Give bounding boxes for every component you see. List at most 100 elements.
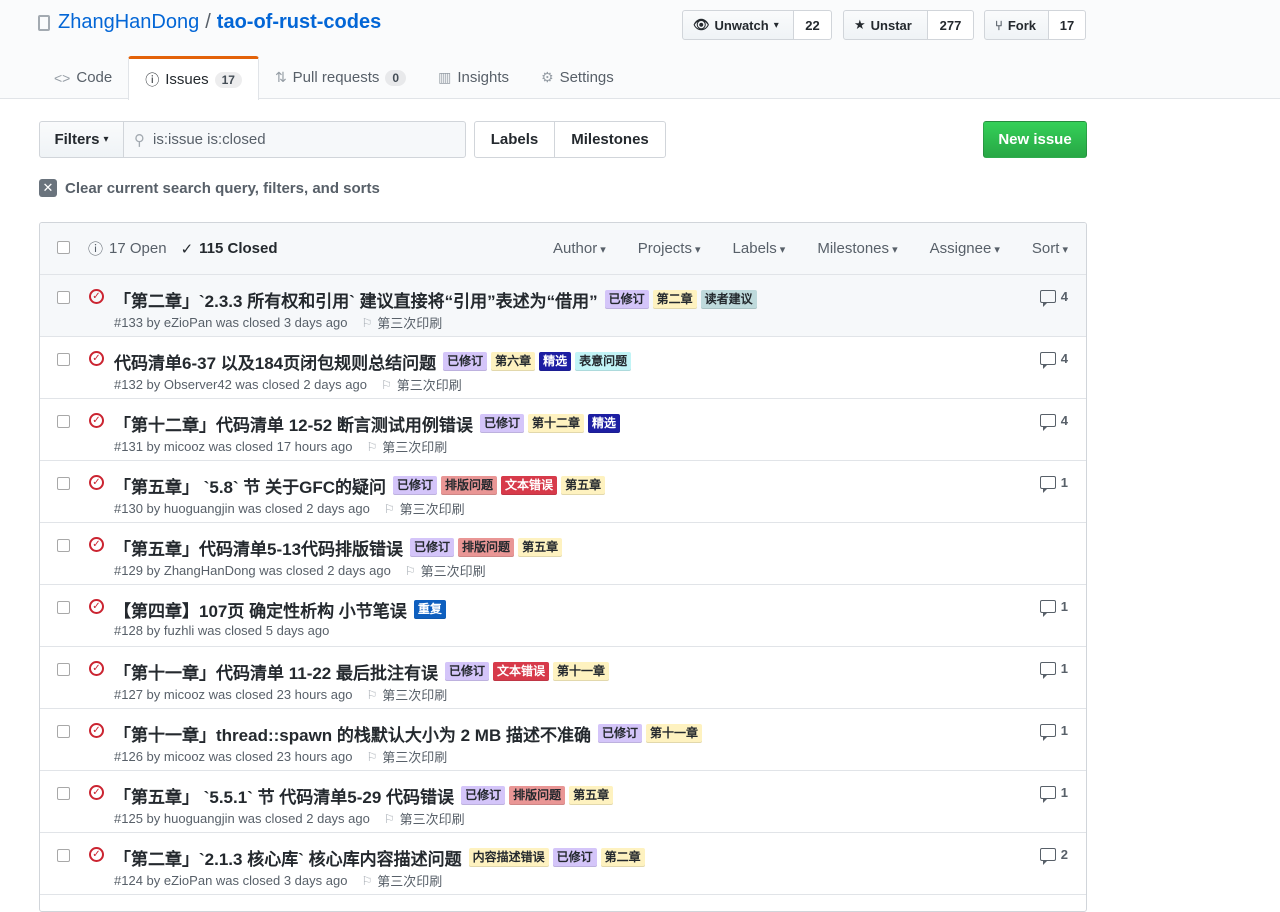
tab-insights[interactable]: ▥ Insights <box>422 56 525 99</box>
issue-row[interactable]: ✓ 代码清单6-37 以及184页闭包规则总结问题 已修订 第六章 精选 表意问题 #132… <box>40 337 1086 399</box>
milestone-link[interactable]: ⚐ 第三次印刷 <box>366 685 447 704</box>
comments-link[interactable]: 4 <box>1039 351 1068 369</box>
milestone-link[interactable]: ⚐ 第三次印刷 <box>384 499 465 518</box>
issue-title-link[interactable]: 「第十二章」代码清单 12-52 断言测试用例错误 <box>114 411 473 436</box>
issue-checkbox[interactable] <box>57 539 70 552</box>
stargazers-count[interactable]: 277 <box>928 10 974 40</box>
author-menu[interactable]: Author <box>553 240 606 257</box>
issue-label[interactable]: 第二章 <box>600 848 645 867</box>
issue-label[interactable]: 重复 <box>413 600 446 619</box>
issue-label[interactable]: 读者建议 <box>700 290 757 309</box>
issue-label[interactable]: 文本错误 <box>493 662 550 681</box>
issue-label[interactable]: 已修订 <box>552 848 597 867</box>
issue-label[interactable]: 第十二章 <box>527 414 584 433</box>
issue-row[interactable]: ✓ 「第十二章」代码清单 12-52 断言测试用例错误 已修订 第十二章 精选 #131 … <box>40 399 1086 461</box>
issue-title-link[interactable]: 「第五章」 `5.5.1` 节 代码清单5-29 代码错误 <box>114 783 454 808</box>
issue-label[interactable]: 第五章 <box>561 476 606 495</box>
comments-link[interactable]: 1 <box>1039 785 1068 803</box>
comments-link[interactable]: 4 <box>1039 413 1068 431</box>
sort-menu[interactable]: Sort <box>1032 240 1068 257</box>
issue-row[interactable]: ✓ 「第十一章」代码清单 11-22 最后批注有误 已修订 文本错误 第十一章 #127 … <box>40 647 1086 709</box>
milestone-link[interactable]: ⚐ 第三次印刷 <box>366 437 447 456</box>
issue-label[interactable]: 第十一章 <box>645 724 702 743</box>
milestones-menu[interactable]: Milestones <box>817 240 897 257</box>
filters-dropdown-button[interactable]: Filters ▾ <box>39 121 124 158</box>
issue-label[interactable]: 表意问题 <box>575 352 632 371</box>
new-issue-button[interactable]: New issue <box>983 121 1087 158</box>
issue-checkbox[interactable] <box>57 477 70 490</box>
issue-title-link[interactable]: 「第二章」`2.3.3 所有权和引用` 建议直接将“引用”表述为“借用” <box>114 287 598 312</box>
issue-title-link[interactable]: 代码清单6-37 以及184页闭包规则总结问题 <box>114 349 436 374</box>
issue-label[interactable]: 精选 <box>539 352 572 371</box>
issue-checkbox[interactable] <box>57 601 70 614</box>
issue-label[interactable]: 排版问题 <box>509 786 566 805</box>
issue-label[interactable]: 已修订 <box>597 724 642 743</box>
comments-link[interactable]: 1 <box>1039 661 1068 679</box>
issue-search-input[interactable] <box>153 131 443 148</box>
issue-row[interactable]: ✓ 【第四章】107页 确定性析构 小节笔误 重复 #128 by fuzhli wa… <box>40 585 1086 647</box>
issue-title-link[interactable]: 「第十一章」代码清单 11-22 最后批注有误 <box>114 659 438 684</box>
milestones-button[interactable]: Milestones <box>554 121 666 158</box>
issue-checkbox[interactable] <box>57 415 70 428</box>
issue-label[interactable]: 已修订 <box>410 538 455 557</box>
issue-label[interactable]: 已修订 <box>443 352 488 371</box>
issue-label[interactable]: 内容描述错误 <box>468 848 549 867</box>
issue-label[interactable]: 已修订 <box>445 662 490 681</box>
issue-label[interactable]: 精选 <box>587 414 620 433</box>
issue-checkbox[interactable] <box>57 663 70 676</box>
milestone-link[interactable]: ⚐ 第三次印刷 <box>405 561 486 580</box>
tab-settings[interactable]: ⚙ Settings <box>525 56 630 99</box>
issue-checkbox[interactable] <box>57 849 70 862</box>
labels-menu[interactable]: Labels <box>733 240 786 257</box>
issue-label[interactable]: 第五章 <box>569 786 614 805</box>
comments-link[interactable]: 1 <box>1039 475 1068 493</box>
issue-title-link[interactable]: 「第五章」代码清单5-13代码排版错误 <box>114 535 403 560</box>
issue-title-link[interactable]: 【第四章】107页 确定性析构 小节笔误 <box>114 597 407 622</box>
repo-owner-link[interactable]: ZhangHanDong <box>58 11 199 34</box>
repo-name-link[interactable]: tao-of-rust-codes <box>217 11 381 34</box>
issue-row[interactable]: ✓ 「第十一章」thread::spawn 的栈默认大小为 2 MB 描述不准确已… <box>40 709 1086 771</box>
unwatch-button[interactable]: 👁 Unwatch ▾ <box>682 10 794 40</box>
issue-checkbox[interactable] <box>57 725 70 738</box>
issue-title-link[interactable]: 「第五章」 `5.8` 节 关于GFC的疑问 <box>114 473 386 498</box>
issue-label[interactable]: 第二章 <box>652 290 697 309</box>
milestone-link[interactable]: ⚐ 第三次印刷 <box>361 313 442 332</box>
unstar-button[interactable]: ★ Unstar <box>843 10 928 40</box>
issue-search-field[interactable]: ⚲ <box>123 121 466 158</box>
closed-issues-link[interactable]: ✓ 115 Closed <box>181 240 278 258</box>
issue-label[interactable]: 已修订 <box>604 290 649 309</box>
tab-code[interactable]: <> Code <box>38 56 128 99</box>
labels-button[interactable]: Labels <box>474 121 555 158</box>
watchers-count[interactable]: 22 <box>794 10 832 40</box>
issue-title-link[interactable]: 「第二章」`2.1.3 核心库` 核心库内容描述问题 <box>114 845 462 870</box>
issue-label[interactable]: 文本错误 <box>501 476 558 495</box>
comments-link[interactable]: 2 <box>1039 847 1068 865</box>
assignee-menu[interactable]: Assignee <box>930 240 1000 257</box>
issue-label[interactable]: 排版问题 <box>458 538 515 557</box>
milestone-link[interactable]: ⚐ 第三次印刷 <box>366 747 447 766</box>
tab-pull-requests[interactable]: ⇅ Pull requests 0 <box>259 56 422 99</box>
projects-menu[interactable]: Projects <box>638 240 701 257</box>
issue-label[interactable]: 排版问题 <box>441 476 498 495</box>
tab-issues[interactable]: ⓘ Issues 17 <box>128 56 259 100</box>
issue-row[interactable]: ✓ 「第五章」 `5.5.1` 节 代码清单5-29 代码错误 已修订 排版问题 第五章… <box>40 771 1086 833</box>
select-all-checkbox[interactable] <box>57 241 70 254</box>
issue-row[interactable]: ✓ 「第五章」 `5.8` 节 关于GFC的疑问 已修订 排版问题 文本错误 第五章 #13… <box>40 461 1086 523</box>
clear-filters-link[interactable]: ✕ Clear current search query, filters, a… <box>39 179 380 197</box>
issue-row[interactable]: ✓ 「第二章」`2.3.3 所有权和引用` 建议直接将“引用”表述为“借用” 已修订… <box>40 275 1086 337</box>
comments-link[interactable]: 1 <box>1039 599 1068 617</box>
issue-checkbox[interactable] <box>57 291 70 304</box>
issue-checkbox[interactable] <box>57 787 70 800</box>
issue-label[interactable]: 已修订 <box>479 414 524 433</box>
open-issues-link[interactable]: ⓘ 17 Open <box>88 238 167 259</box>
issue-label[interactable]: 第五章 <box>518 538 563 557</box>
issue-label[interactable]: 已修订 <box>393 476 438 495</box>
comments-link[interactable]: 1 <box>1039 723 1068 741</box>
forks-count[interactable]: 17 <box>1049 10 1086 40</box>
issue-title-link[interactable]: 「第十一章」thread::spawn 的栈默认大小为 2 MB 描述不准确 <box>114 721 591 746</box>
issue-label[interactable]: 第十一章 <box>553 662 610 681</box>
issue-label[interactable]: 第六章 <box>491 352 536 371</box>
milestone-link[interactable]: ⚐ 第三次印刷 <box>361 871 442 890</box>
comments-link[interactable]: 4 <box>1039 289 1068 307</box>
issue-row[interactable]: ✓ 「第二章」`2.1.3 核心库` 核心库内容描述问题 内容描述错误 已修订 第二章 #… <box>40 833 1086 895</box>
